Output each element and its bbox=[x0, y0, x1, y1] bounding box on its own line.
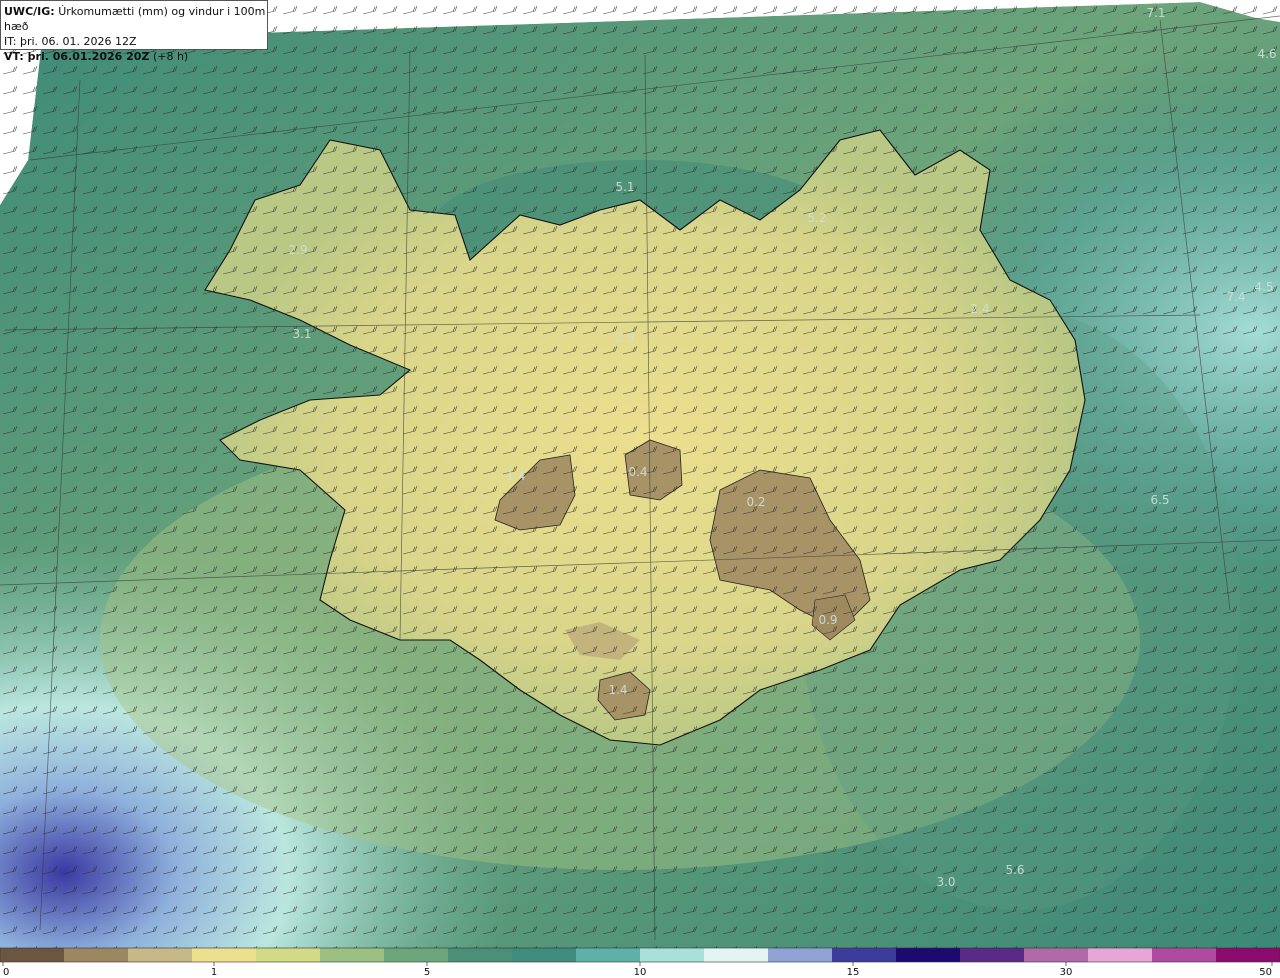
colorbar-swatch bbox=[512, 948, 577, 962]
colorbar-swatch bbox=[1152, 948, 1217, 962]
value-label: 0.4 bbox=[628, 465, 647, 479]
colorbar: 0 1 5 10 15 30 50 bbox=[0, 947, 1280, 978]
colorbar-swatch bbox=[448, 948, 513, 962]
colorbar-swatch bbox=[704, 948, 769, 962]
value-label: 3.1 bbox=[292, 327, 311, 341]
colorbar-tick-label: 30 bbox=[1060, 967, 1073, 978]
colorbar-swatch bbox=[960, 948, 1025, 962]
colorbar-swatch bbox=[320, 948, 385, 962]
value-label: 0.9 bbox=[818, 613, 837, 627]
colorbar-tick-label: 15 bbox=[847, 967, 860, 978]
value-label: 2.9 bbox=[288, 243, 307, 257]
colorbar-swatch bbox=[256, 948, 321, 962]
value-label: 7.4 bbox=[1226, 290, 1245, 304]
colorbar-swatch bbox=[832, 948, 897, 962]
colorbar-tick-label: 5 bbox=[424, 967, 430, 978]
colorbar-tick-label: 0 bbox=[3, 967, 9, 978]
value-label: 5.1 bbox=[615, 180, 634, 194]
value-label: 0.2 bbox=[746, 495, 765, 509]
colorbar-swatch bbox=[1024, 948, 1089, 962]
value-label: 1.4 bbox=[608, 683, 627, 697]
value-label: 4.6 bbox=[1257, 47, 1276, 61]
colorbar-swatch bbox=[128, 948, 193, 962]
colorbar-swatch bbox=[384, 948, 449, 962]
colorbar-swatch bbox=[1216, 948, 1280, 962]
forecast-map: 7.1 4.6 5.1 5.2 2.9 3.1 2.9 2.4 7.4 4.5 1.4 0.4 0.2 6… bbox=[0, 0, 1280, 978]
value-label: 5.6 bbox=[1005, 863, 1024, 877]
colorbar-swatch bbox=[64, 948, 129, 962]
valid-time-bold: VT: þri. 06.01.2026 20Z bbox=[4, 50, 150, 63]
value-label: 7.1 bbox=[1146, 6, 1165, 20]
value-label: 2.9 bbox=[615, 331, 634, 345]
valid-time: VT: þri. 06.01.2026 20Z (+8 h) bbox=[4, 49, 267, 64]
colorbar-tick-label: 1 bbox=[211, 967, 217, 978]
value-label: 2.4 bbox=[970, 302, 989, 316]
value-label: 1.4 bbox=[506, 469, 525, 483]
value-label: 4.5 bbox=[1254, 280, 1273, 294]
value-label: 3.0 bbox=[936, 875, 955, 889]
value-label: 5.2 bbox=[807, 211, 826, 225]
issue-time: IT: þri. 06. 01. 2026 12Z bbox=[4, 35, 137, 48]
valid-time-offset: (+8 h) bbox=[152, 50, 189, 63]
colorbar-swatch bbox=[1088, 948, 1153, 962]
colorbar-swatch bbox=[640, 948, 705, 962]
colorbar-swatch bbox=[896, 948, 961, 962]
precipitation-map-canvas: 7.1 4.6 5.1 5.2 2.9 3.1 2.9 2.4 7.4 4.5 1.4 0.4 0.2 6… bbox=[0, 0, 1280, 978]
colorbar-swatch bbox=[768, 948, 833, 962]
model-prefix: UWC/IG: bbox=[4, 5, 55, 18]
map-title: UWC/IG: Úrkomumætti (mm) og vindur i 100… bbox=[4, 4, 267, 34]
map-header-box: UWC/IG: Úrkomumætti (mm) og vindur i 100… bbox=[0, 0, 268, 63]
colorbar-swatch bbox=[192, 948, 257, 962]
colorbar-swatch bbox=[576, 948, 641, 962]
colorbar-tick-label: 50 bbox=[1259, 967, 1272, 978]
value-label: 6.5 bbox=[1150, 493, 1169, 507]
colorbar-swatch bbox=[0, 948, 65, 962]
colorbar-tick-label: 10 bbox=[634, 967, 647, 978]
